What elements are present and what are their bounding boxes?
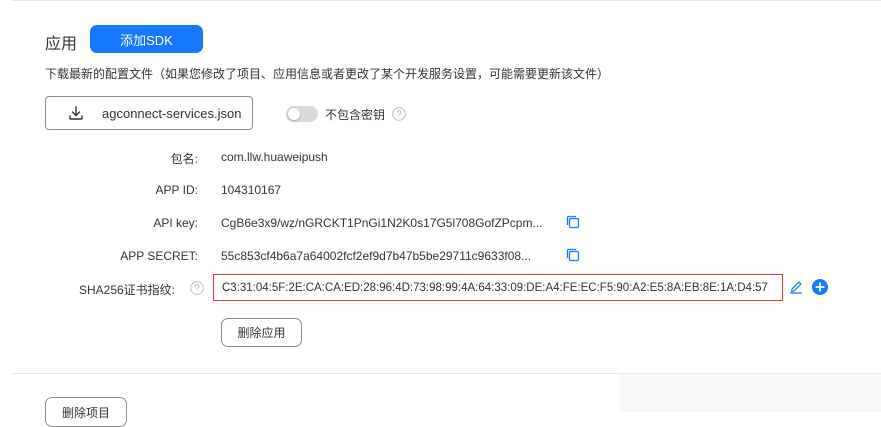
section-title: 应用 (45, 36, 78, 53)
delete-app-button[interactable]: 删除应用 (221, 318, 302, 347)
add-sdk-button[interactable]: 添加SDK (90, 25, 203, 53)
app-secret-label: APP SECRET: (120, 249, 198, 263)
app-id-value: 104310167 (221, 183, 282, 197)
exclude-key-toggle[interactable] (286, 106, 318, 122)
help-icon[interactable] (190, 281, 204, 295)
top-divider (12, 0, 881, 1)
sha256-fingerprint-value: C3:31:04:5F:2E:CA:CA:ED:28:96:4D:73:98:9… (213, 274, 783, 301)
download-file-name: agconnect-services.json (102, 105, 242, 121)
help-icon[interactable] (392, 107, 406, 121)
api-key-label: API key: (153, 216, 198, 230)
app-secret-value: 55c853cf4b6a7a64002fcf2ef9d7b47b5be29711… (221, 249, 532, 263)
package-name-value: com.llw.huaweipush (221, 150, 328, 164)
app-id-label: APP ID: (155, 183, 198, 197)
download-icon (68, 105, 84, 121)
delete-project-button[interactable]: 删除项目 (45, 397, 127, 427)
api-key-value: CgB6e3x9/wz/nGRCKT1PnGi1N2K0s17G5l708Gof… (221, 216, 543, 230)
sha256-label: SHA256证书指纹: (78, 283, 175, 297)
exclude-key-label: 不包含密钥 (325, 108, 386, 122)
copy-icon[interactable] (566, 215, 580, 229)
download-config-button[interactable]: agconnect-services.json (45, 96, 253, 130)
package-name-label: 包名: (170, 152, 198, 166)
toggle-knob (288, 108, 300, 120)
edit-icon[interactable] (789, 280, 803, 294)
config-description: 下载最新的配置文件（如果您修改了项目、应用信息或者更改了某个开发服务设置，可能需… (45, 67, 610, 81)
copy-icon[interactable] (566, 248, 580, 262)
bottom-shaded-area (620, 374, 881, 412)
add-fingerprint-icon[interactable] (812, 279, 828, 295)
